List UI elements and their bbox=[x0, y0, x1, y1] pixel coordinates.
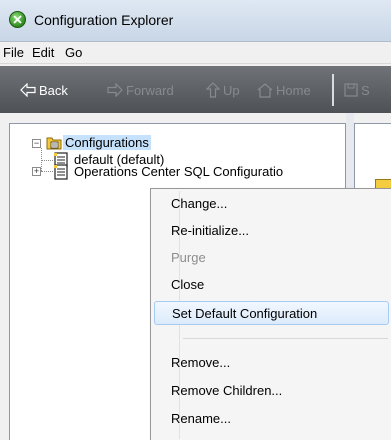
configuration-file-icon bbox=[54, 164, 68, 180]
tree-node-operations-center-sql[interactable]: Operations Center SQL Configuratio bbox=[74, 164, 344, 179]
menu-file[interactable]: File bbox=[3, 45, 24, 60]
save-icon bbox=[344, 83, 358, 97]
menu-item-label: Remove Children... bbox=[171, 383, 283, 398]
menu-item-label: Set Default Configuration bbox=[172, 306, 318, 321]
menu-separator bbox=[183, 338, 388, 339]
tree-line bbox=[41, 160, 53, 161]
configuration-explorer-window: Configuration Explorer File Edit Go Back… bbox=[0, 0, 391, 440]
back-button[interactable]: Back bbox=[20, 80, 68, 100]
forward-button[interactable]: Forward bbox=[107, 80, 174, 100]
menu-item-set-default-configuration[interactable]: Set Default Configuration bbox=[154, 301, 389, 325]
app-icon bbox=[9, 11, 26, 28]
home-button[interactable]: Home bbox=[257, 80, 311, 100]
menu-item-label: Close bbox=[171, 277, 205, 292]
collapse-icon[interactable]: − bbox=[32, 139, 41, 148]
menu-item-purge[interactable]: Purge bbox=[154, 246, 389, 270]
forward-label: Forward bbox=[126, 82, 174, 98]
menu-item-close[interactable]: Close bbox=[154, 273, 389, 297]
window-title: Configuration Explorer bbox=[34, 12, 174, 28]
toolbar-separator bbox=[332, 74, 334, 106]
menu-item-label: Change... bbox=[171, 196, 228, 211]
menu-item-label: Purge bbox=[171, 250, 206, 265]
up-button[interactable]: Up bbox=[206, 80, 240, 100]
menu-go[interactable]: Go bbox=[65, 45, 82, 60]
up-label: Up bbox=[223, 82, 240, 98]
tree-line bbox=[41, 171, 53, 172]
home-icon bbox=[257, 82, 273, 98]
save-label: S bbox=[361, 82, 370, 98]
menu-item-label: Rename... bbox=[171, 411, 231, 426]
menu-item-remove[interactable]: Remove... bbox=[154, 351, 389, 375]
forward-arrow-icon bbox=[107, 83, 123, 97]
save-button[interactable]: S bbox=[344, 80, 370, 100]
up-arrow-icon bbox=[206, 82, 220, 98]
menu-item-rename[interactable]: Rename... bbox=[154, 407, 389, 431]
back-label: Back bbox=[39, 82, 68, 98]
menu-bar: File Edit Go bbox=[0, 42, 391, 64]
menu-item-remove-children[interactable]: Remove Children... bbox=[154, 379, 389, 403]
title-bar[interactable]: Configuration Explorer bbox=[0, 0, 391, 42]
menu-edit[interactable]: Edit bbox=[32, 45, 54, 60]
expand-icon[interactable]: + bbox=[32, 167, 41, 176]
configurations-folder-icon bbox=[46, 137, 62, 150]
menu-item-label: Remove... bbox=[171, 355, 231, 370]
context-menu: Change... Re-initialize... Purge Close S… bbox=[150, 188, 391, 440]
menu-item-reinitialize[interactable]: Re-initialize... bbox=[154, 219, 389, 243]
menu-item-change[interactable]: Change... bbox=[154, 192, 389, 216]
home-label: Home bbox=[276, 82, 311, 98]
toolbar: Back Forward Up Home S bbox=[0, 66, 391, 113]
tree-node-configurations[interactable]: Configurations bbox=[63, 135, 151, 150]
menu-item-label: Re-initialize... bbox=[171, 223, 250, 238]
back-arrow-icon bbox=[20, 83, 36, 97]
